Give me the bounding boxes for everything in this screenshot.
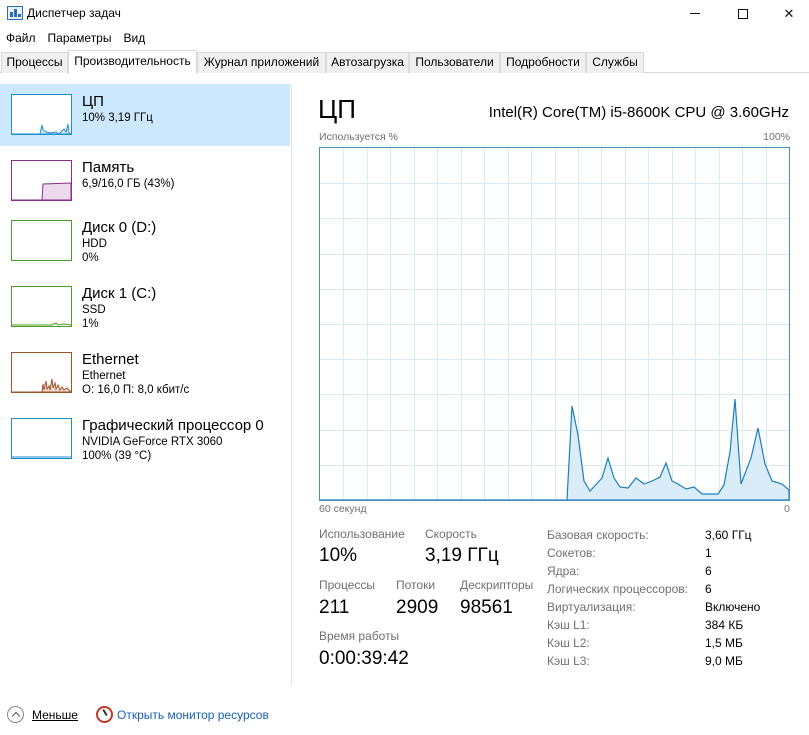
- resource-subtitle: NVIDIA GeForce RTX 3060: [82, 436, 223, 448]
- spec-key: Виртуализация:: [547, 600, 636, 614]
- usage-label: Использование: [319, 527, 405, 541]
- spec-value: Включено: [705, 600, 761, 614]
- processes-value: 211: [319, 597, 350, 618]
- resource-title: Ethernet: [82, 351, 139, 368]
- speed-label: Скорость: [425, 527, 477, 541]
- resource-subtitle: 10% 3,19 ГГц: [82, 112, 153, 124]
- speed-value: 3,19 ГГц: [425, 545, 499, 566]
- uptime-value: 0:00:39:42: [319, 648, 409, 669]
- graph-label-max: 100%: [763, 131, 790, 143]
- tab-details[interactable]: Подробности: [500, 52, 586, 73]
- spec-key: Кэш L1:: [547, 618, 590, 632]
- resource-item-gpu[interactable]: Графический процессор 0 NVIDIA GeForce R…: [0, 408, 290, 470]
- resource-title: Диск 0 (D:): [82, 219, 157, 236]
- maximize-icon: [738, 8, 748, 19]
- menu-bar: Файл Параметры Вид: [0, 29, 151, 47]
- fewer-details-button[interactable]: Меньше: [32, 708, 78, 722]
- resource-subtitle: SSD: [82, 304, 106, 316]
- uptime-label: Время работы: [319, 629, 400, 643]
- cpu-thumbnail-graph: [11, 94, 72, 135]
- spec-value: 1: [705, 546, 712, 560]
- spec-value: 6: [705, 582, 712, 596]
- disk0-thumbnail-graph: [11, 220, 72, 261]
- spec-value: 1,5 МБ: [705, 636, 743, 650]
- disk1-thumbnail-graph: [11, 286, 72, 327]
- spec-value: 384 КБ: [705, 618, 744, 632]
- window-title: Диспетчер задач: [27, 6, 121, 20]
- processes-label: Процессы: [319, 578, 376, 592]
- tab-users[interactable]: Пользователи: [409, 52, 500, 73]
- resource-title: Память: [82, 159, 135, 176]
- resource-subtitle: HDD: [82, 238, 107, 250]
- spec-value: 6: [705, 564, 712, 578]
- tab-performance[interactable]: Производительность: [68, 50, 197, 74]
- resource-item-cpu[interactable]: ЦП 10% 3,19 ГГц: [0, 84, 290, 146]
- graph-label-zero: 0: [784, 503, 790, 515]
- tab-app-history[interactable]: Журнал приложений: [197, 52, 326, 73]
- title-bar: Диспетчер задач ✕: [0, 0, 809, 27]
- resource-subtitle: 1%: [82, 318, 99, 330]
- resource-title: ЦП: [82, 93, 104, 110]
- open-resource-monitor-link[interactable]: Открыть монитор ресурсов: [117, 708, 269, 722]
- resource-item-disk0[interactable]: Диск 0 (D:) HDD 0%: [0, 210, 290, 272]
- spec-key: Ядра:: [547, 564, 580, 578]
- minimize-button[interactable]: [672, 0, 718, 27]
- close-icon: ✕: [783, 5, 795, 21]
- footer: Меньше Открыть монитор ресурсов: [0, 700, 809, 730]
- handles-label: Дескрипторы: [460, 578, 534, 592]
- maximize-button[interactable]: [720, 0, 766, 27]
- spec-value: 9,0 МБ: [705, 654, 743, 668]
- spec-key: Кэш L2:: [547, 636, 590, 650]
- spec-key: Базовая скорость:: [547, 528, 649, 542]
- cpu-heading: ЦП: [318, 94, 356, 124]
- spec-value: 3,60 ГГц: [705, 528, 752, 542]
- tab-bar: Процессы Производительность Журнал прило…: [0, 50, 809, 74]
- minimize-icon: [690, 13, 700, 14]
- ethernet-thumbnail-graph: [11, 352, 72, 393]
- graph-label-time-span: 60 секунд: [319, 503, 367, 515]
- close-button[interactable]: ✕: [766, 0, 809, 27]
- resource-item-memory[interactable]: Память 6,9/16,0 ГБ (43%): [0, 150, 290, 212]
- usage-value: 10%: [319, 545, 358, 566]
- resource-subtitle: О: 16,0 П: 8,0 кбит/с: [82, 384, 190, 396]
- cpu-details-panel: ЦП Intel(R) Core(TM) i5-8600K CPU @ 3.60…: [305, 84, 805, 686]
- chevron-up-icon[interactable]: [7, 706, 24, 723]
- task-manager-icon: [7, 6, 23, 20]
- resource-monitor-icon[interactable]: [96, 706, 113, 723]
- graph-label-usage: Используется %: [319, 131, 398, 143]
- threads-label: Потоки: [396, 578, 436, 592]
- menu-view[interactable]: Вид: [117, 29, 151, 47]
- spec-key: Логических процессоров:: [547, 582, 688, 596]
- spec-key: Сокетов:: [547, 546, 596, 560]
- resource-subtitle: 6,9/16,0 ГБ (43%): [82, 178, 175, 190]
- threads-value: 2909: [396, 597, 439, 618]
- cpu-usage-graph: [319, 147, 790, 501]
- tab-processes[interactable]: Процессы: [1, 52, 68, 73]
- resource-title: Диск 1 (C:): [82, 285, 157, 302]
- menu-file[interactable]: Файл: [0, 29, 42, 47]
- resource-item-disk1[interactable]: Диск 1 (C:) SSD 1%: [0, 276, 290, 338]
- resource-subtitle: 100% (39 °C): [82, 450, 152, 462]
- memory-thumbnail-graph: [11, 160, 72, 201]
- resource-subtitle: 0%: [82, 252, 99, 264]
- resource-title: Графический процессор 0: [82, 417, 264, 434]
- menu-options[interactable]: Параметры: [42, 29, 118, 47]
- resource-subtitle: Ethernet: [82, 370, 126, 382]
- spec-key: Кэш L3:: [547, 654, 590, 668]
- gpu-thumbnail-graph: [11, 418, 72, 459]
- resource-item-ethernet[interactable]: Ethernet Ethernet О: 16,0 П: 8,0 кбит/с: [0, 342, 290, 404]
- cpu-model: Intel(R) Core(TM) i5-8600K CPU @ 3.60GHz: [488, 104, 789, 121]
- handles-value: 98561: [460, 597, 513, 618]
- resource-list: ЦП 10% 3,19 ГГц Память 6,9/16,0 ГБ (43%)…: [0, 84, 292, 686]
- tab-services[interactable]: Службы: [586, 52, 644, 73]
- tab-startup[interactable]: Автозагрузка: [326, 52, 409, 73]
